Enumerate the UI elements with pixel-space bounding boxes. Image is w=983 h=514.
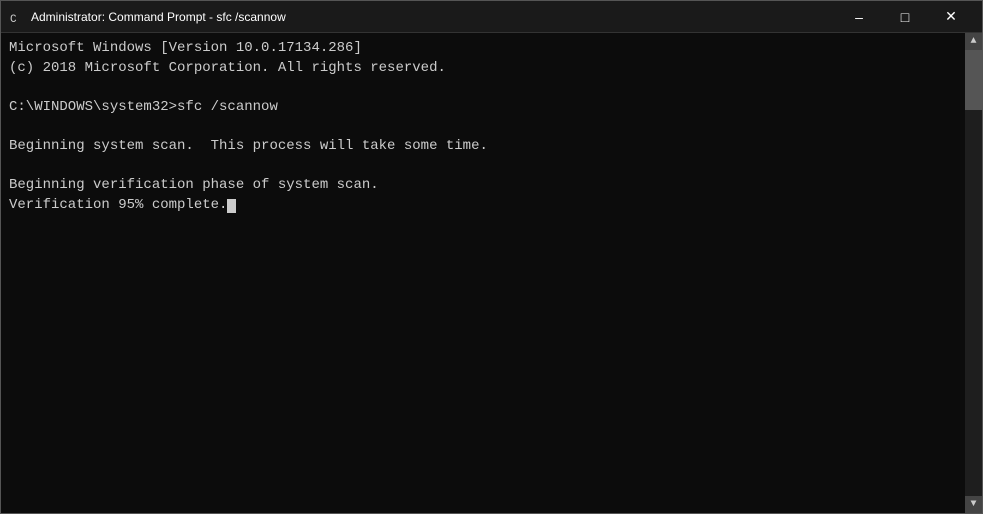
terminal-line bbox=[9, 78, 957, 98]
terminal-line: Verification 95% complete. bbox=[9, 196, 957, 216]
svg-text:C: C bbox=[10, 14, 17, 25]
scrollbar-down-arrow[interactable]: ▼ bbox=[965, 496, 982, 513]
content-area: Microsoft Windows [Version 10.0.17134.28… bbox=[1, 33, 982, 513]
terminal-line: Microsoft Windows [Version 10.0.17134.28… bbox=[9, 39, 957, 59]
scrollbar[interactable]: ▲ ▼ bbox=[965, 33, 982, 513]
title-bar-text: Administrator: Command Prompt - sfc /sca… bbox=[31, 10, 836, 24]
title-bar-controls: – □ ✕ bbox=[836, 1, 974, 33]
command-prompt-icon: C bbox=[9, 9, 25, 25]
title-bar: C Administrator: Command Prompt - sfc /s… bbox=[1, 1, 982, 33]
scrollbar-up-arrow[interactable]: ▲ bbox=[965, 33, 982, 50]
minimize-button[interactable]: – bbox=[836, 1, 882, 33]
terminal-line: C:\WINDOWS\system32>sfc /scannow bbox=[9, 98, 957, 118]
terminal-output[interactable]: Microsoft Windows [Version 10.0.17134.28… bbox=[1, 33, 965, 513]
terminal-line: (c) 2018 Microsoft Corporation. All righ… bbox=[9, 59, 957, 79]
cmd-window: C Administrator: Command Prompt - sfc /s… bbox=[0, 0, 983, 514]
terminal-line bbox=[9, 157, 957, 177]
scrollbar-thumb[interactable] bbox=[965, 50, 982, 110]
cursor-blink bbox=[227, 199, 236, 213]
terminal-line: Beginning system scan. This process will… bbox=[9, 137, 957, 157]
maximize-button[interactable]: □ bbox=[882, 1, 928, 33]
close-button[interactable]: ✕ bbox=[928, 1, 974, 33]
terminal-line bbox=[9, 117, 957, 137]
scrollbar-track[interactable] bbox=[965, 50, 982, 496]
terminal-line: Beginning verification phase of system s… bbox=[9, 176, 957, 196]
